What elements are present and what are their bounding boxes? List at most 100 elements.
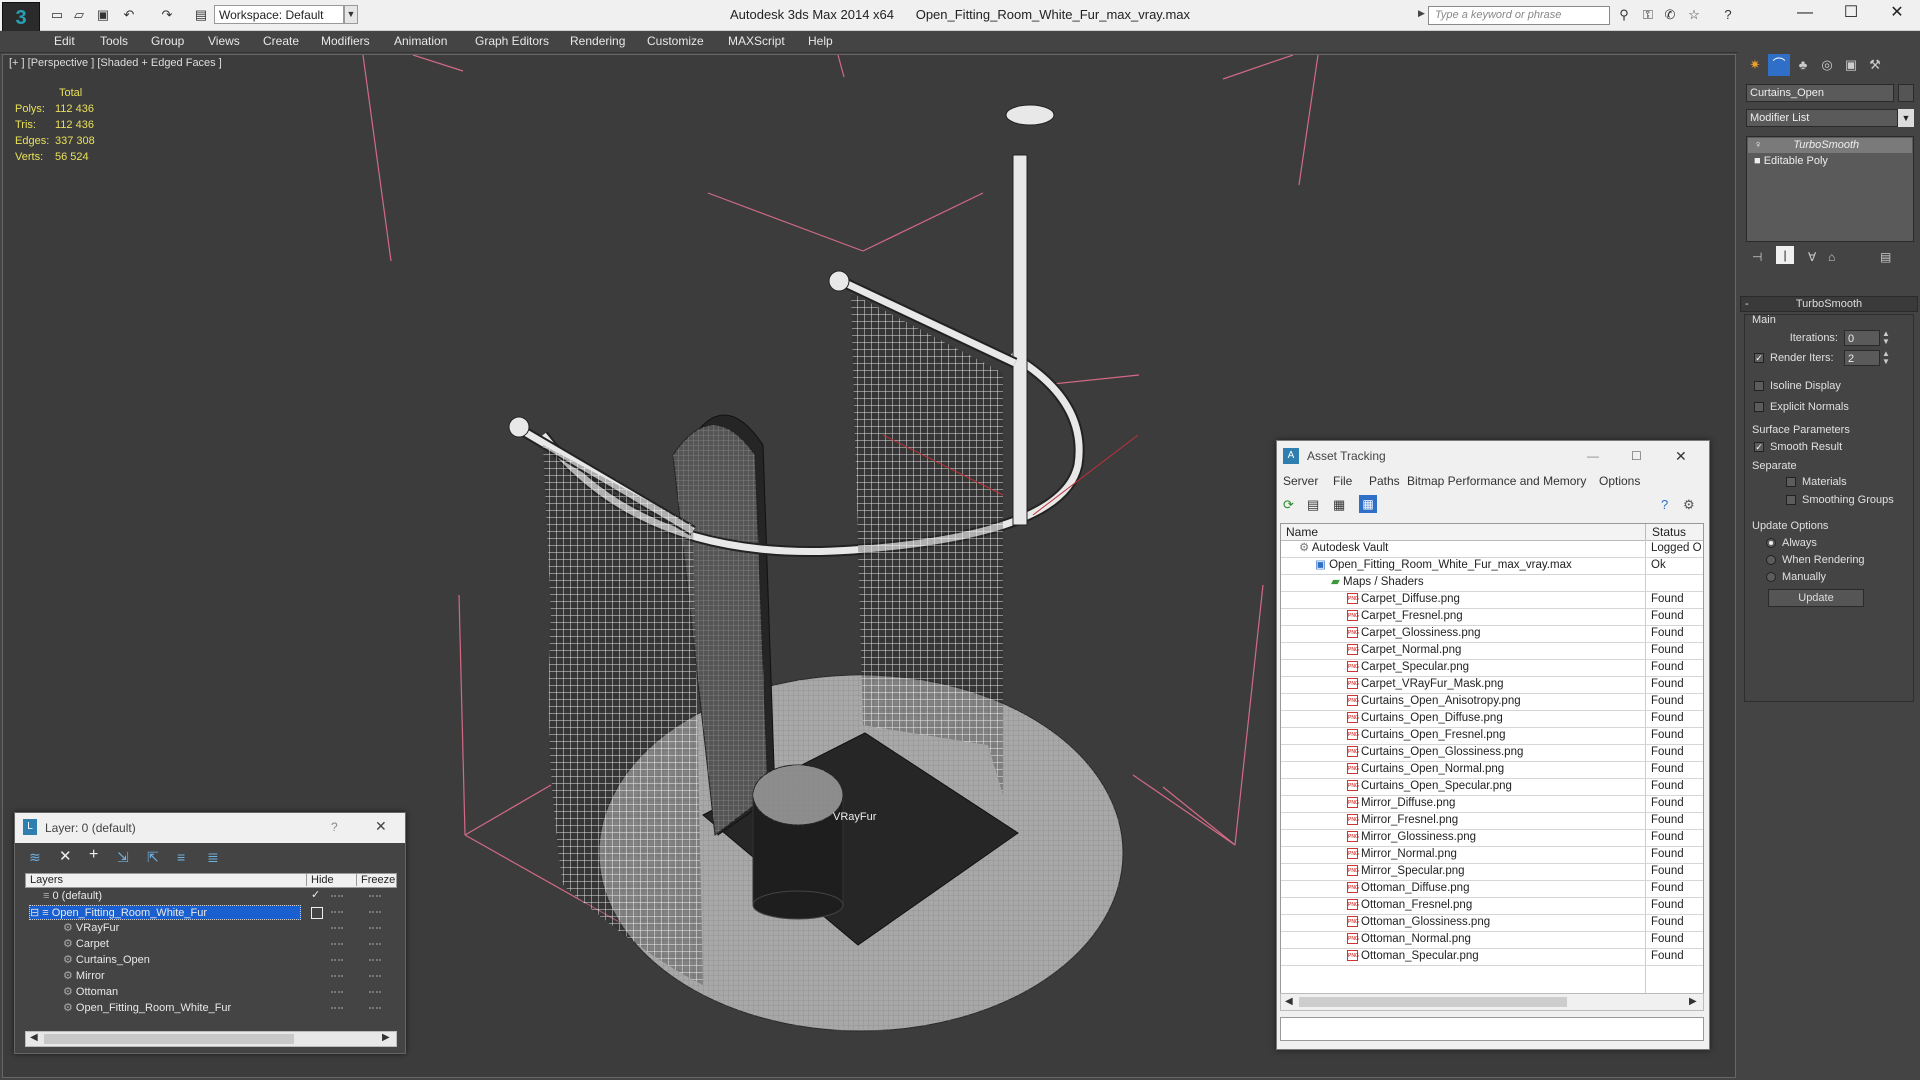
asset-row-map[interactable]: PNG Carpet_Specular.png Found	[1281, 659, 1703, 677]
asset-row-max-file[interactable]: ▣ Open_Fitting_Room_White_Fur_max_vray.m…	[1281, 557, 1703, 575]
col-freeze[interactable]: Freeze	[356, 874, 395, 886]
iterations-spinner[interactable]: 0	[1844, 330, 1880, 346]
table-view-icon[interactable]: ▦	[1359, 495, 1377, 513]
object-name-field[interactable]: Curtains_Open	[1746, 84, 1894, 102]
explicit-normals-checkbox[interactable]	[1754, 402, 1764, 412]
asset-scroll-thumb[interactable]	[1299, 997, 1567, 1007]
smooth-result-checkbox[interactable]: ✓	[1754, 442, 1764, 452]
new-file-icon[interactable]: ▭	[48, 6, 66, 24]
scroll-thumb[interactable]	[44, 1034, 294, 1044]
minimize-button[interactable]: —	[1782, 0, 1828, 28]
separate-smoothing-groups-checkbox[interactable]	[1786, 495, 1796, 505]
menu-rendering[interactable]: Rendering	[570, 34, 625, 48]
menu-customize[interactable]: Customize	[647, 34, 704, 48]
asset-row-map[interactable]: PNG Ottoman_Fresnel.png Found	[1281, 897, 1703, 915]
workspace-dropdown[interactable]: Workspace: Default	[214, 5, 344, 24]
highlight-layer-icon[interactable]: ⇱	[147, 849, 159, 866]
list-view-icon[interactable]: ▤	[1307, 497, 1319, 513]
asset-row-map[interactable]: PNG Mirror_Diffuse.png Found	[1281, 795, 1703, 813]
freeze-all-icon[interactable]: ≣	[207, 849, 219, 866]
menu-create[interactable]: Create	[263, 34, 299, 48]
layer-object-row[interactable]: ⚙ VRayFur	[63, 921, 119, 936]
asset-row-map[interactable]: PNG Mirror_Fresnel.png Found	[1281, 812, 1703, 830]
col-layers[interactable]: Layers	[30, 874, 63, 886]
communication-icon[interactable]: ✆	[1660, 6, 1680, 24]
refresh-icon[interactable]: ⟳	[1283, 497, 1294, 513]
favorites-star-icon[interactable]: ☆	[1684, 6, 1704, 24]
asset-path-field[interactable]	[1280, 1017, 1704, 1041]
asset-scroll-left-icon[interactable]: ◀	[1285, 996, 1293, 1007]
configure-sets-icon[interactable]: ▤	[1880, 250, 1891, 264]
layer-help-button[interactable]: ?	[331, 820, 338, 834]
asset-menu-bitmap-performance[interactable]: Bitmap Performance and Memory	[1407, 474, 1586, 488]
layer-object-row[interactable]: ⚙ Curtains_Open	[63, 953, 150, 968]
asset-row-map[interactable]: PNG Curtains_Open_Fresnel.png Found	[1281, 727, 1703, 745]
modifier-list-dropdown[interactable]: Modifier List	[1746, 109, 1898, 127]
expand-arrow-icon[interactable]: ▶	[1418, 8, 1426, 22]
asset-scroll-right-icon[interactable]: ▶	[1689, 996, 1697, 1007]
maximize-button[interactable]: ☐	[1828, 0, 1874, 28]
asset-row-map[interactable]: PNG Carpet_VRayFur_Mask.png Found	[1281, 676, 1703, 694]
asset-row-map[interactable]: PNG Mirror_Specular.png Found	[1281, 863, 1703, 881]
asset-menu-file[interactable]: File	[1333, 474, 1352, 488]
update-manually-radio[interactable]	[1766, 572, 1776, 582]
scroll-right-icon[interactable]: ▶	[382, 1032, 390, 1043]
layer-close-button[interactable]: ✕	[375, 818, 387, 835]
render-iters-spinner[interactable]: 2	[1844, 350, 1880, 366]
hierarchy-tab-icon[interactable]: ♣	[1792, 54, 1814, 76]
separate-materials-checkbox[interactable]	[1786, 477, 1796, 487]
close-button[interactable]: ✕	[1874, 0, 1920, 28]
layer-object-row[interactable]: ⚙ Carpet	[63, 937, 109, 952]
layer-horizontal-scrollbar[interactable]: ◀ ▶	[25, 1031, 397, 1047]
asset-maximize-button[interactable]: ☐	[1631, 441, 1642, 471]
asset-row-map[interactable]: PNG Ottoman_Normal.png Found	[1281, 931, 1703, 949]
isoline-display-checkbox[interactable]	[1754, 381, 1764, 391]
asset-settings-icon[interactable]: ⚙	[1683, 497, 1695, 513]
open-file-icon[interactable]: ▱	[70, 6, 88, 24]
chevron-down-icon[interactable]: ▼	[344, 5, 358, 24]
make-unique-icon[interactable]: ∀	[1808, 250, 1816, 264]
col-hide[interactable]: Hide	[306, 874, 334, 886]
add-to-layer-icon[interactable]: +	[89, 846, 98, 864]
pin-stack-icon[interactable]: ⊣	[1752, 250, 1762, 264]
asset-row-map[interactable]: PNG Carpet_Diffuse.png Found	[1281, 591, 1703, 609]
asset-menu-paths[interactable]: Paths	[1369, 474, 1400, 488]
hide-all-icon[interactable]: ≡	[177, 849, 185, 865]
save-icon[interactable]: ▣	[94, 6, 112, 24]
render-iters-spinner-arrows[interactable]: ▲ ▼	[1882, 350, 1890, 366]
binoculars-icon[interactable]: ⚲	[1614, 6, 1634, 24]
asset-close-button[interactable]: ✕	[1675, 441, 1687, 471]
menu-group[interactable]: Group	[151, 34, 184, 48]
asset-row-map[interactable]: PNG Mirror_Glossiness.png Found	[1281, 829, 1703, 847]
thumbnail-view-icon[interactable]: ▦	[1333, 497, 1345, 513]
create-layer-icon[interactable]: ≋	[29, 849, 41, 866]
layer-row-fitting-room[interactable]: ⊟ ≡ Open_Fitting_Room_White_Fur	[29, 905, 301, 920]
update-always-radio[interactable]	[1766, 538, 1776, 548]
asset-menu-options[interactable]: Options	[1599, 474, 1640, 488]
layer-hide-toggle[interactable]	[311, 907, 323, 919]
col-name[interactable]: Name	[1286, 525, 1318, 539]
active-layer-check-icon[interactable]: ✓	[311, 888, 320, 901]
asset-horizontal-scrollbar[interactable]: ◀ ▶	[1280, 993, 1704, 1011]
iterations-spinner-arrows[interactable]: ▲ ▼	[1882, 330, 1890, 346]
layer-object-row[interactable]: ⚙ Open_Fitting_Room_White_Fur	[63, 1001, 231, 1016]
scroll-left-icon[interactable]: ◀	[30, 1032, 38, 1043]
asset-row-map[interactable]: PNG Curtains_Open_Diffuse.png Found	[1281, 710, 1703, 728]
layer-object-row[interactable]: ⚙ Ottoman	[63, 985, 118, 1000]
display-tab-icon[interactable]: ▣	[1840, 54, 1862, 76]
asset-menu-server[interactable]: Server	[1283, 474, 1318, 488]
col-status[interactable]: Status	[1645, 524, 1686, 540]
asset-minimize-button[interactable]: —	[1587, 441, 1599, 471]
menu-views[interactable]: Views	[208, 34, 240, 48]
select-objects-icon[interactable]: ⇲	[117, 849, 129, 866]
menu-tools[interactable]: Tools	[100, 34, 128, 48]
asset-row-map[interactable]: PNG Ottoman_Glossiness.png Found	[1281, 914, 1703, 932]
menu-help[interactable]: Help	[808, 34, 833, 48]
menu-maxscript[interactable]: MAXScript	[728, 34, 785, 48]
turbosmooth-rollout-header[interactable]: - TurboSmooth	[1740, 296, 1918, 312]
menu-animation[interactable]: Animation	[394, 34, 447, 48]
asset-row-map[interactable]: PNG Mirror_Normal.png Found	[1281, 846, 1703, 864]
remove-modifier-icon[interactable]: ⌂	[1828, 250, 1835, 264]
render-iters-checkbox[interactable]: ✓	[1754, 353, 1764, 363]
asset-row-maps-group[interactable]: ▰ Maps / Shaders	[1281, 574, 1703, 592]
